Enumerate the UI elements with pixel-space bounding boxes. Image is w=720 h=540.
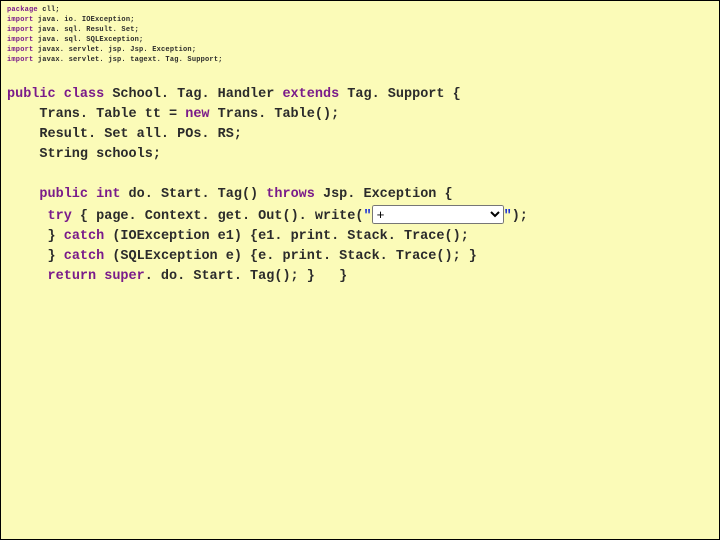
import-block: package cll; import java. io. IOExceptio… xyxy=(7,5,713,65)
class-body: public class School. Tag. Handler extend… xyxy=(7,65,713,287)
code-document: package cll; import java. io. IOExceptio… xyxy=(0,0,720,540)
